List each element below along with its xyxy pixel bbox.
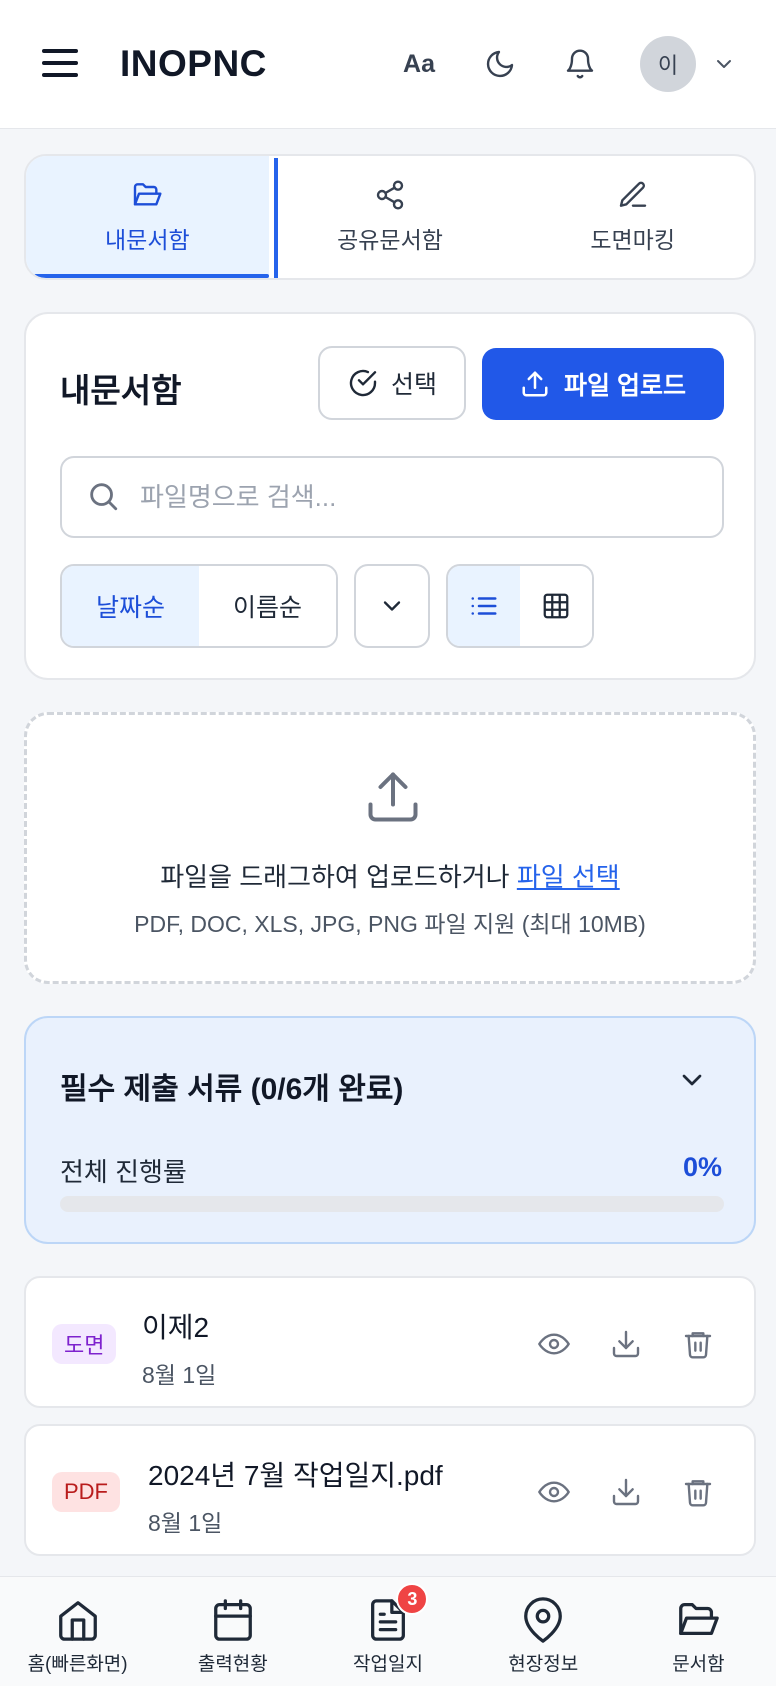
calendar-icon — [210, 1597, 256, 1643]
nav-worklog[interactable]: 작업일지 3 — [310, 1577, 465, 1686]
upload-label: 파일 업로드 — [564, 372, 686, 400]
select-button[interactable]: 선택 — [318, 346, 466, 420]
map-pin-icon — [520, 1597, 566, 1643]
view-toggle — [446, 564, 594, 648]
nav-label: 홈(빠른화면) — [27, 1654, 128, 1675]
upload-icon — [363, 767, 423, 827]
document-tabs: 내문서함 공유문서함 도면마킹 — [24, 154, 756, 280]
grid-view-button[interactable] — [520, 566, 592, 646]
required-documents-title: 필수 제출 서류 (0/6개 완료) — [60, 1073, 404, 1106]
check-circle-icon — [347, 367, 379, 399]
menu-icon[interactable] — [40, 45, 80, 81]
dropzone-text: 파일을 드래그하여 업로드하거나 파일 선택 — [27, 857, 753, 894]
share-icon — [374, 179, 406, 211]
upload-icon — [520, 369, 550, 399]
tab-label: 공유문서함 — [337, 227, 443, 253]
file-select-link[interactable]: 파일 선택 — [517, 862, 620, 892]
trash-icon[interactable] — [680, 1326, 716, 1362]
file-name: 2024년 7월 작업일지.pdf — [148, 1460, 443, 1491]
grid-icon — [541, 591, 571, 621]
required-documents-panel[interactable]: 필수 제출 서류 (0/6개 완료) 전체 진행률 0% — [24, 1016, 756, 1244]
file-date: 8월 1일 — [148, 1510, 223, 1536]
app-header: INOPNC Aa 이 — [0, 0, 776, 129]
bottom-navigation: 홈(빠른화면) 출력현황 작업일지 3 현장정보 문서함 — [0, 1576, 776, 1686]
folder-open-icon — [131, 179, 163, 211]
nav-attendance[interactable]: 출력현황 — [155, 1577, 310, 1686]
tab-drawing-markup[interactable]: 도면마킹 — [511, 156, 754, 278]
font-size-button[interactable]: Aa — [397, 42, 441, 86]
tab-my-documents[interactable]: 내문서함 — [26, 156, 269, 278]
chevron-down-icon — [378, 592, 406, 620]
list-view-button[interactable] — [448, 566, 520, 646]
sort-toggle: 날짜순 이름순 — [60, 564, 338, 648]
brand-logo[interactable]: INOPNC — [120, 40, 267, 88]
progress-label: 전체 진행률 — [60, 1157, 187, 1187]
progress-bar — [60, 1196, 724, 1212]
eye-icon[interactable] — [536, 1474, 572, 1510]
tab-shared-documents[interactable]: 공유문서함 — [269, 156, 512, 278]
file-name: 이제2 — [142, 1312, 210, 1343]
avatar[interactable]: 이 — [640, 36, 696, 92]
bell-icon[interactable] — [558, 42, 602, 86]
page-title: 내문서함 — [60, 372, 182, 409]
home-icon — [55, 1597, 101, 1643]
tab-divider — [274, 158, 278, 278]
eye-icon[interactable] — [536, 1326, 572, 1362]
nav-label: 문서함 — [672, 1654, 725, 1675]
list-icon — [469, 591, 499, 621]
folder-open-icon — [675, 1597, 721, 1643]
file-date: 8월 1일 — [142, 1362, 217, 1388]
file-item[interactable]: 도면 이제2 8월 1일 — [24, 1276, 756, 1408]
chevron-down-icon[interactable] — [712, 52, 736, 76]
nav-documents[interactable]: 문서함 — [621, 1577, 776, 1686]
chevron-down-icon[interactable] — [676, 1064, 708, 1096]
search-box — [60, 456, 724, 538]
nav-home[interactable]: 홈(빠른화면) — [0, 1577, 155, 1686]
nav-label: 작업일지 — [353, 1654, 423, 1675]
download-icon[interactable] — [608, 1326, 644, 1362]
download-icon[interactable] — [608, 1474, 644, 1510]
sort-dropdown[interactable] — [354, 564, 430, 648]
pencil-icon — [617, 179, 649, 211]
sort-by-date[interactable]: 날짜순 — [62, 566, 199, 646]
documents-card: 내문서함 선택 파일 업로드 날짜순 이름순 — [24, 312, 756, 680]
nav-label: 출력현황 — [197, 1654, 268, 1675]
tab-label: 내문서함 — [105, 227, 190, 253]
progress-percent: 0% — [682, 1152, 722, 1182]
upload-button[interactable]: 파일 업로드 — [482, 348, 724, 420]
file-type-badge: PDF — [52, 1472, 120, 1512]
dropzone-instruction: 파일을 드래그하여 업로드하거나 — [160, 862, 517, 892]
nav-label: 현장정보 — [508, 1654, 579, 1675]
moon-icon[interactable] — [478, 42, 522, 86]
file-item[interactable]: PDF 2024년 7월 작업일지.pdf 8월 1일 — [24, 1424, 756, 1556]
notification-badge: 3 — [396, 1583, 429, 1615]
file-type-badge: 도면 — [52, 1324, 117, 1364]
nav-site-info[interactable]: 현장정보 — [466, 1577, 621, 1686]
tab-label: 도면마킹 — [590, 227, 675, 253]
search-input[interactable] — [140, 474, 700, 520]
trash-icon[interactable] — [680, 1474, 716, 1510]
dropzone-supported-formats: PDF, DOC, XLS, JPG, PNG 파일 지원 (최대 10MB) — [134, 911, 646, 937]
select-label: 선택 — [390, 371, 437, 399]
upload-dropzone[interactable]: 파일을 드래그하여 업로드하거나 파일 선택 PDF, DOC, XLS, JP… — [24, 712, 756, 984]
sort-by-name[interactable]: 이름순 — [199, 566, 336, 646]
